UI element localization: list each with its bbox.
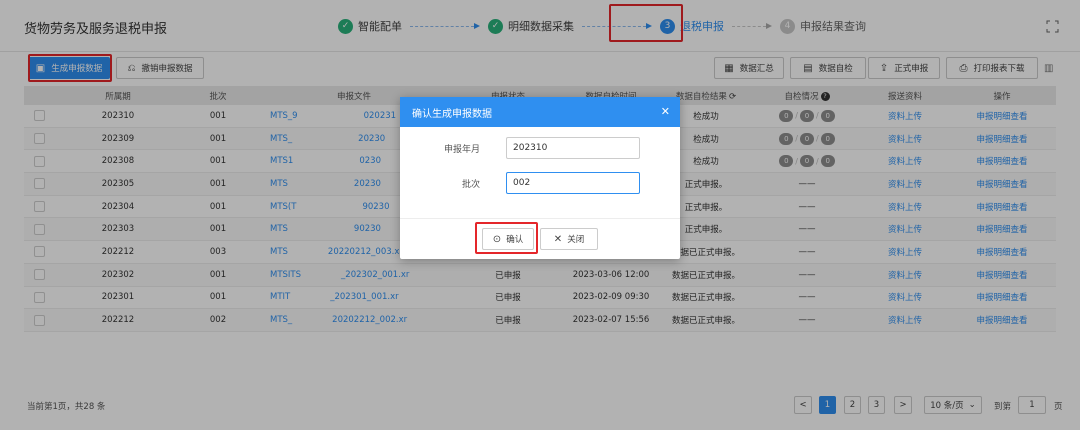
confirm-generate-dialog: 确认生成申报数据 ✕ 申报年月 批次 ⊙ 确认 ✕ 关闭 (400, 97, 680, 259)
dialog-footer: ⊙ 确认 ✕ 关闭 (400, 218, 680, 259)
close-icon: ✕ (553, 233, 563, 245)
page: 货物劳务及服务退税申报 ✓ 智能配单 ✓ 明细数据采集 3 退税申报 4 申报结… (0, 0, 1080, 430)
close-button[interactable]: ✕ 关闭 (540, 228, 598, 250)
batch-input[interactable] (506, 172, 640, 194)
check-circle-outline-icon: ⊙ (492, 233, 502, 245)
dialog-title: 确认生成申报数据 (412, 108, 492, 120)
batch-row: 批次 (400, 172, 680, 194)
confirm-button[interactable]: ⊙ 确认 (482, 228, 534, 250)
close-icon[interactable]: ✕ (661, 105, 670, 118)
batch-label: 批次 (461, 179, 480, 190)
dialog-header: 确认生成申报数据 ✕ (400, 97, 680, 127)
period-input[interactable] (506, 137, 640, 159)
period-label: 申报年月 (443, 144, 480, 155)
period-row: 申报年月 (400, 137, 680, 159)
